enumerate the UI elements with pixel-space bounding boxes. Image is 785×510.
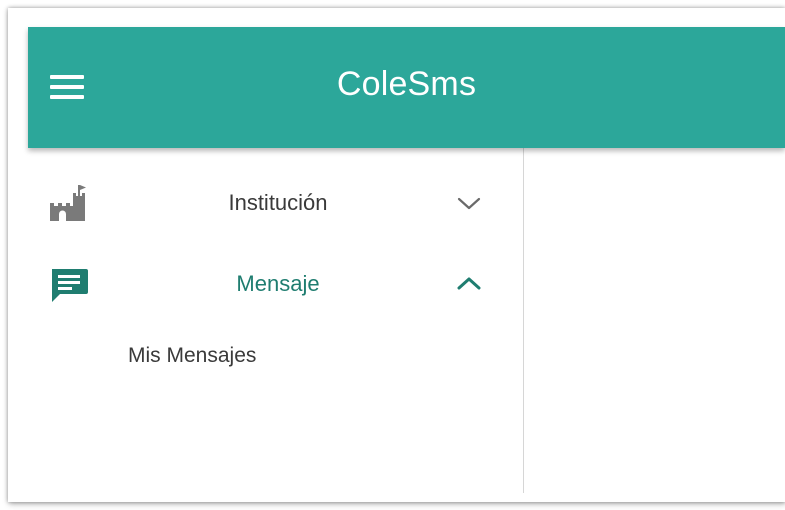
app-bar: ColeSms [28, 27, 785, 148]
drawer-item-label: Institución [228, 190, 328, 215]
app-window: ColeSms Institución Mensaje Mis Mensajes [8, 8, 785, 502]
drawer-item-label: Mensaje [236, 271, 320, 296]
castle-icon [50, 185, 86, 221]
chevron-down-icon[interactable] [456, 193, 482, 213]
drawer-subitem-mis-mensajes[interactable]: Mis Mensajes [128, 344, 256, 368]
drawer-item-mensaje[interactable]: Mensaje [28, 252, 523, 316]
navigation-drawer: Institución Mensaje Mis Mensajes [28, 148, 524, 493]
message-icon [52, 269, 88, 302]
drawer-item-institucion[interactable]: Institución [28, 171, 523, 235]
app-title: ColeSms [336, 65, 477, 103]
chevron-up-icon[interactable] [456, 274, 482, 294]
